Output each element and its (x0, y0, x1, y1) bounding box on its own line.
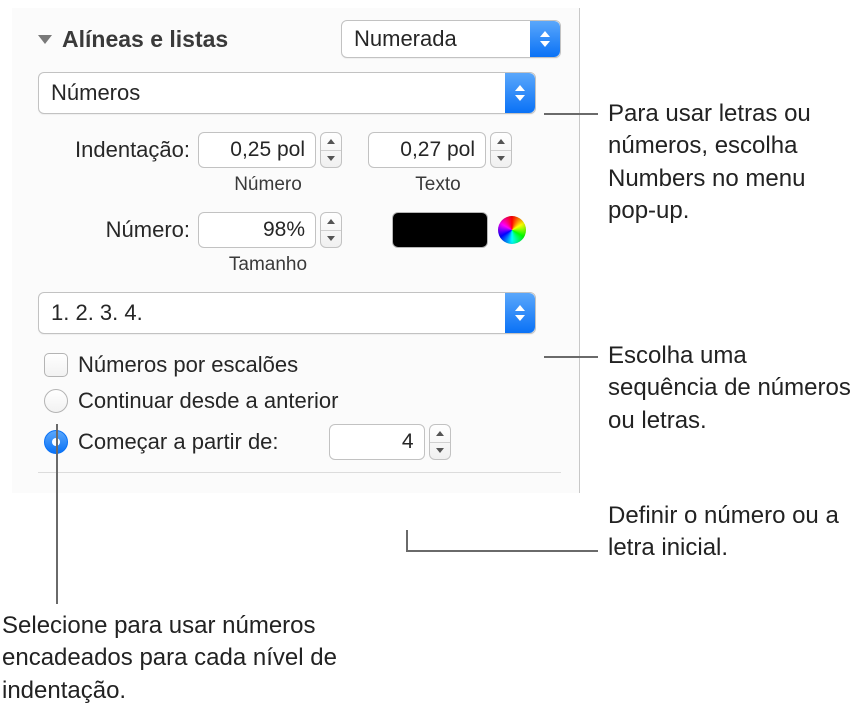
continue-radio[interactable] (44, 389, 68, 413)
continue-radio-label: Continuar desde a anterior (78, 388, 339, 414)
popup-arrows-icon (505, 293, 535, 333)
sequence-value: 1. 2. 3. 4. (39, 300, 505, 326)
tiered-checkbox-row: Números por escalões (38, 352, 561, 378)
start-from-radio-label: Começar a partir de: (78, 429, 279, 455)
number-row: Número: 98% (38, 212, 561, 248)
number-size-sublabel: Tamanho (198, 254, 338, 276)
stepper-down-icon[interactable] (321, 151, 341, 168)
stepper-up-icon[interactable] (321, 213, 341, 231)
stepper-down-icon[interactable] (321, 231, 341, 248)
annotation-start-number: Definir o número ou a letra inicial. (608, 500, 848, 565)
tiered-checkbox[interactable] (44, 353, 68, 377)
number-format-value: Números (39, 80, 505, 106)
leader-line (544, 356, 598, 358)
divider (38, 472, 561, 473)
indent-number-field[interactable]: 0,25 pol (198, 132, 316, 168)
number-size-field[interactable]: 98% (198, 212, 316, 248)
color-well[interactable] (392, 212, 488, 248)
indent-row: Indentação: 0,25 pol 0,27 pol (38, 132, 561, 168)
stepper-up-icon[interactable] (491, 133, 511, 151)
popup-arrows-icon (530, 21, 560, 57)
annotation-tiered: Selecione para usar números encadeados p… (2, 610, 362, 707)
indent-sublabels: Número Texto (38, 174, 561, 196)
start-from-field[interactable]: 4 (329, 424, 425, 460)
list-type-value: Numerada (342, 26, 530, 52)
stepper-up-icon[interactable] (321, 133, 341, 151)
indent-label: Indentação: (38, 137, 198, 163)
start-from-stepper[interactable] (429, 424, 451, 460)
indent-number-sublabel: Número (198, 174, 338, 196)
number-label: Número: (38, 217, 198, 243)
section-header: Alíneas e listas Numerada (38, 20, 561, 58)
disclosure-triangle-icon[interactable] (38, 35, 52, 44)
leader-line (56, 424, 58, 604)
stepper-down-icon[interactable] (430, 443, 450, 460)
annotation-number-format: Para usar letras ou números, escolha Num… (608, 98, 858, 228)
indent-number-group: 0,25 pol (198, 132, 342, 168)
number-size-stepper[interactable] (320, 212, 342, 248)
start-from-radio-row: Começar a partir de: 4 (38, 424, 561, 460)
indent-text-sublabel: Texto (368, 174, 508, 196)
list-type-popup[interactable]: Numerada (341, 20, 561, 58)
stepper-up-icon[interactable] (430, 425, 450, 443)
sequence-popup[interactable]: 1. 2. 3. 4. (38, 292, 536, 334)
indent-number-stepper[interactable] (320, 132, 342, 168)
tiered-checkbox-label: Números por escalões (78, 352, 298, 378)
leader-line (544, 113, 598, 115)
indent-text-field[interactable]: 0,27 pol (368, 132, 486, 168)
stepper-down-icon[interactable] (491, 151, 511, 168)
number-size-group: 98% (198, 212, 342, 248)
annotation-sequence: Escolha uma sequência de números ou letr… (608, 340, 858, 437)
section-title: Alíneas e listas (62, 26, 331, 53)
indent-text-stepper[interactable] (490, 132, 512, 168)
popup-arrows-icon (505, 73, 535, 113)
start-from-group: 4 (329, 424, 451, 460)
number-format-popup[interactable]: Números (38, 72, 536, 114)
color-picker-icon[interactable] (498, 216, 526, 244)
leader-line (406, 550, 598, 552)
indent-text-group: 0,27 pol (368, 132, 512, 168)
leader-line (406, 530, 408, 550)
bullets-lists-panel: Alíneas e listas Numerada Números Indent… (12, 8, 580, 493)
number-sublabels: Tamanho (38, 254, 561, 276)
continue-radio-row: Continuar desde a anterior (38, 388, 561, 414)
